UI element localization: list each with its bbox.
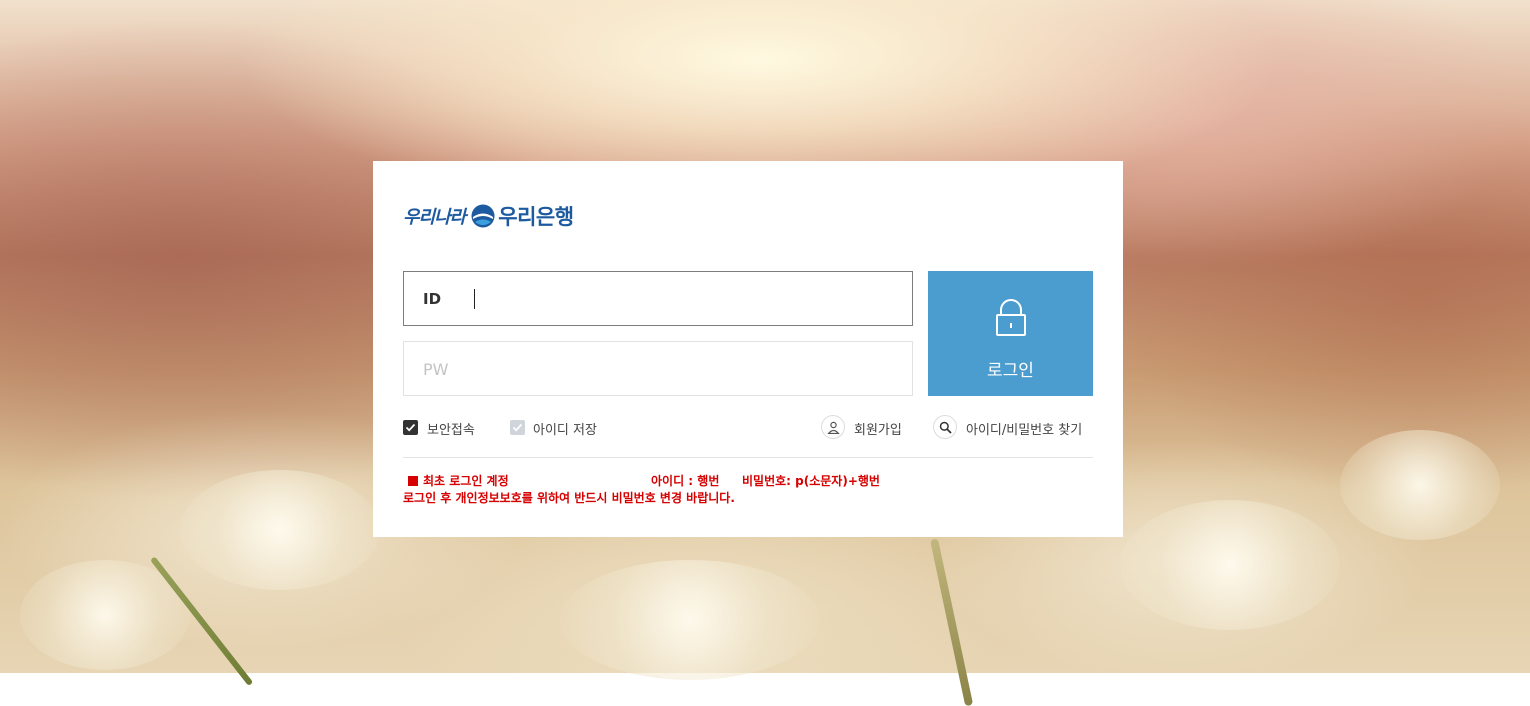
bank-name: 우리은행: [498, 205, 574, 229]
check-icon: [405, 423, 416, 432]
flower-blur: [1340, 430, 1500, 540]
bullet-square-icon: [408, 476, 418, 486]
login-panel: 우리나라 우리은행 ID PW 로그인 보안접속 아이디 저장 회원가입 아이디…: [373, 161, 1123, 537]
flower-blur: [1120, 500, 1340, 630]
user-icon[interactable]: [821, 415, 845, 439]
password-input[interactable]: [478, 342, 902, 397]
find-account-link[interactable]: 아이디/비밀번호 찾기: [966, 419, 1082, 438]
flower-blur: [180, 470, 380, 590]
id-field[interactable]: ID: [403, 271, 913, 327]
notice-box: 최초 로그인 계정 아이디 : 행번 비밀번호: p(소문자)+행번 로그인 후…: [403, 473, 1093, 507]
check-icon: [512, 423, 523, 432]
grass-blade: [930, 538, 974, 706]
password-field[interactable]: PW: [403, 341, 913, 397]
logo-script-text: 우리나라: [403, 207, 466, 228]
woori-bank-logo: 우리나라 우리은행: [403, 201, 574, 231]
save-id-checkbox[interactable]: [510, 420, 525, 435]
login-options: 보안접속 아이디 저장 회원가입 아이디/비밀번호 찾기: [403, 415, 1093, 439]
text-caret: [474, 289, 475, 309]
search-icon[interactable]: [933, 415, 957, 439]
notice-message: 로그인 후 개인정보보호를 위하여 반드시 비밀번호 변경 바랍니다.: [403, 491, 735, 505]
divider: [403, 457, 1093, 458]
id-input[interactable]: [478, 272, 902, 327]
id-label: ID: [423, 290, 442, 308]
notice-pw-info: 비밀번호: p(소문자)+행번: [742, 474, 880, 488]
pw-label: PW: [423, 360, 449, 379]
notice-line: 최초 로그인 계정 아이디 : 행번 비밀번호: p(소문자)+행번: [403, 473, 1093, 490]
notice-id-info: 아이디 : 행번: [651, 474, 720, 488]
signup-link[interactable]: 회원가입: [854, 419, 902, 438]
flower-blur: [560, 560, 820, 680]
lock-icon: [996, 299, 1026, 336]
secure-connection-checkbox[interactable]: [403, 420, 418, 435]
secure-connection-label[interactable]: 보안접속: [427, 419, 475, 438]
woori-logo-icon: [471, 204, 495, 228]
notice-title: 최초 로그인 계정: [423, 474, 509, 488]
save-id-label[interactable]: 아이디 저장: [533, 419, 597, 438]
login-button[interactable]: 로그인: [928, 271, 1093, 396]
login-button-label: 로그인: [987, 361, 1034, 381]
